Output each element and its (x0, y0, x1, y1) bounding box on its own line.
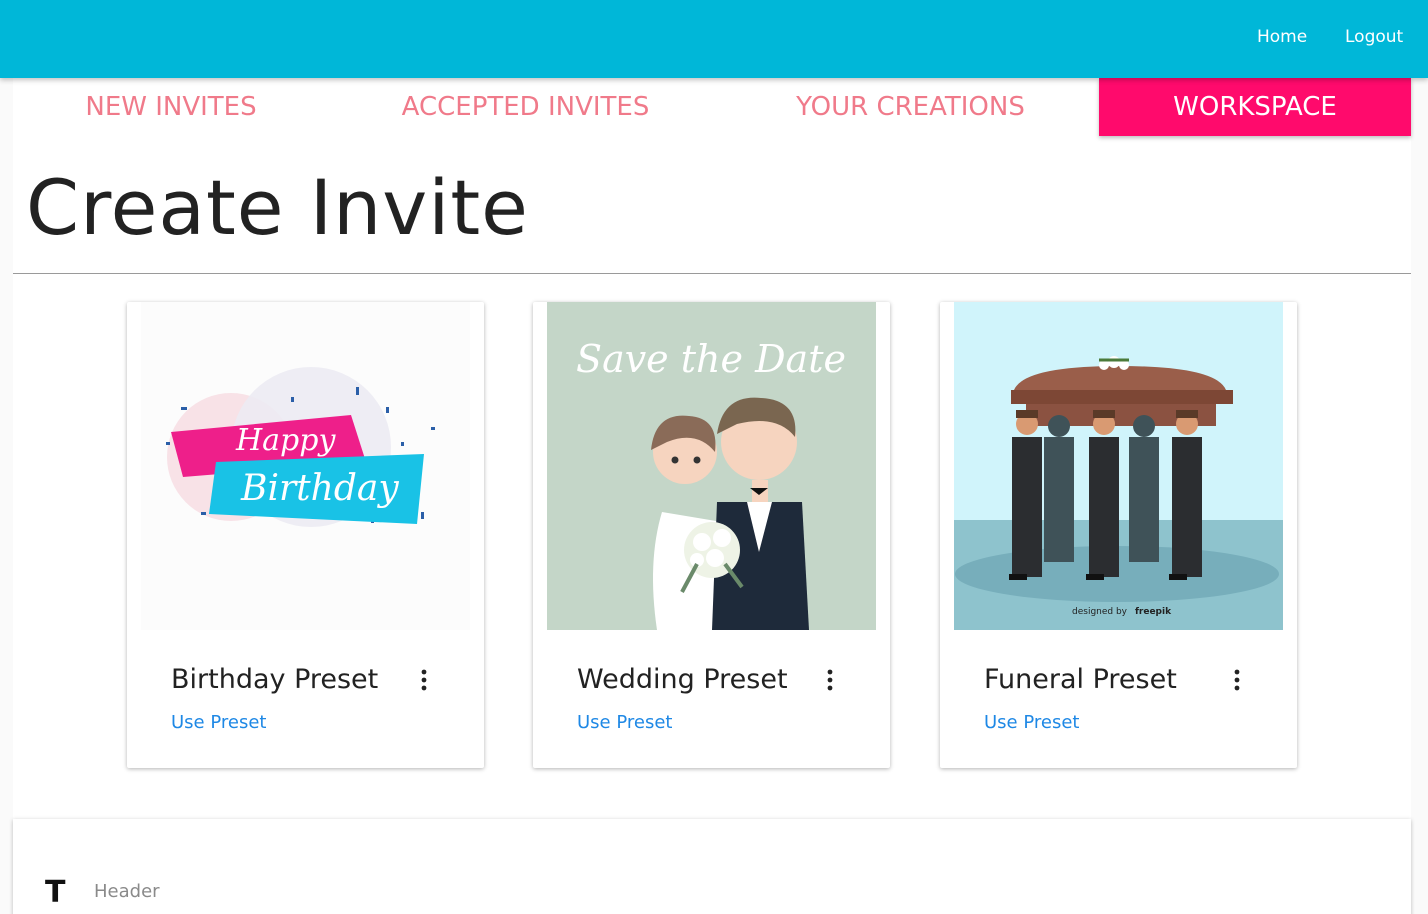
preset-card-funeral: designed by freepik Funeral Preset Use P… (940, 302, 1297, 768)
card-title-wedding: Wedding Preset (577, 664, 788, 695)
happy-text: Happy (235, 423, 336, 458)
card-title-birthday: Birthday Preset (171, 664, 379, 695)
text-header-icon[interactable]: T (45, 875, 65, 910)
use-preset-button-wedding[interactable]: Use Preset (577, 712, 672, 733)
more-vert-icon[interactable] (1225, 668, 1249, 692)
credit-designed-by: designed by (1072, 607, 1128, 617)
save-the-date-text: Save the Date (576, 337, 846, 381)
preset-card-birthday: Happy Birthday Birthday Preset Use Prese… (127, 302, 484, 768)
use-preset-button-funeral[interactable]: Use Preset (984, 712, 1079, 733)
page-title: Create Invite (26, 163, 529, 252)
birthday-preset-image[interactable]: Happy Birthday (141, 302, 470, 630)
main-content: NEW INVITES ACCEPTED INVITES YOUR CREATI… (13, 78, 1411, 914)
funeral-preset-image[interactable]: designed by freepik (954, 302, 1283, 630)
use-preset-button-birthday[interactable]: Use Preset (171, 712, 266, 733)
logout-link[interactable]: Logout (1345, 27, 1403, 47)
birthday-text: Birthday (240, 468, 399, 509)
preset-card-wedding: Save the Date Wedding Preset Use Preset (533, 302, 890, 768)
tab-bar: NEW INVITES ACCEPTED INVITES YOUR CREATI… (13, 78, 1411, 136)
tab-your-creations[interactable]: YOUR CREATIONS (722, 78, 1099, 136)
more-vert-icon[interactable] (412, 668, 436, 692)
tab-accepted-invites[interactable]: ACCEPTED INVITES (329, 78, 722, 136)
credit-freepik: freepik (1135, 607, 1172, 617)
more-vert-icon[interactable] (818, 668, 842, 692)
wedding-preset-image[interactable]: Save the Date (547, 302, 876, 630)
header-tool-label[interactable]: Header (94, 881, 160, 902)
tab-new-invites[interactable]: NEW INVITES (13, 78, 329, 136)
home-link[interactable]: Home (1257, 27, 1307, 47)
card-title-funeral: Funeral Preset (984, 664, 1177, 695)
top-app-bar: Home Logout (0, 0, 1428, 78)
divider (13, 273, 1411, 274)
editor-panel: T Header (13, 819, 1411, 914)
tab-workspace[interactable]: WORKSPACE (1099, 78, 1411, 136)
